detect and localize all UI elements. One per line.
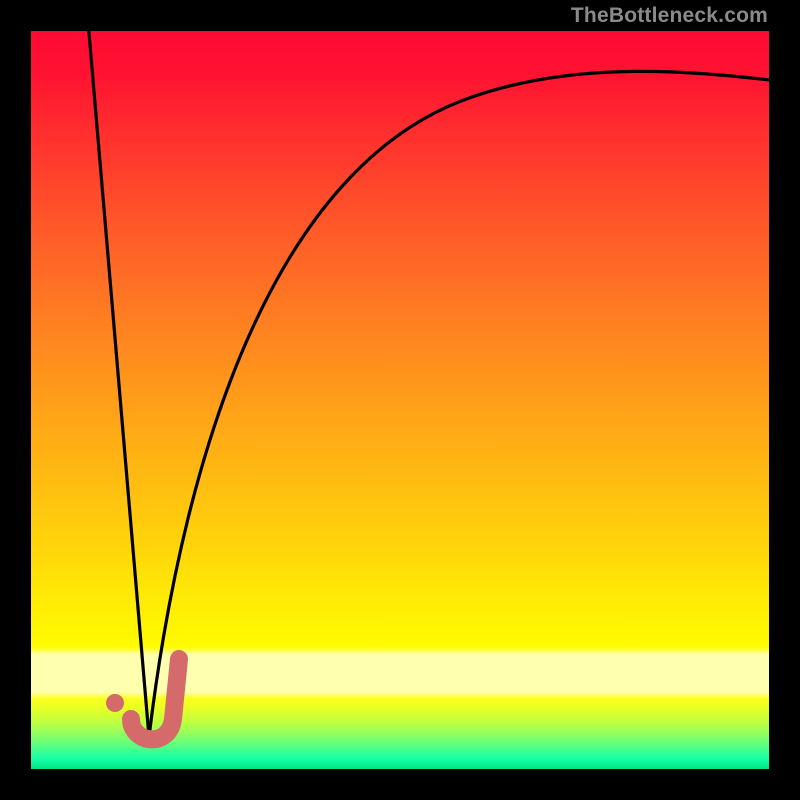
bottleneck-curve bbox=[31, 31, 769, 769]
chart-frame: TheBottleneck.com bbox=[0, 0, 800, 800]
plot-area bbox=[31, 31, 769, 769]
watermark-text: TheBottleneck.com bbox=[571, 4, 768, 28]
